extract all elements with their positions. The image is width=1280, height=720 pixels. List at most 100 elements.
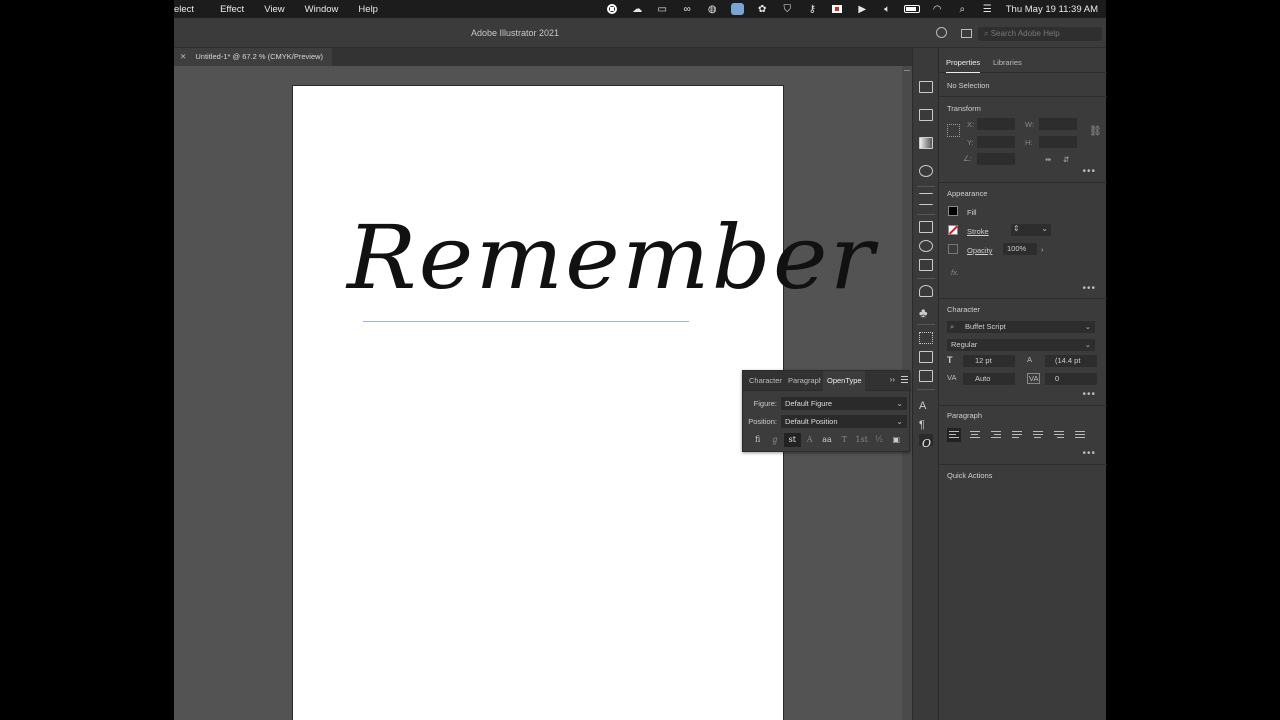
leading-field[interactable]: (14.4 pt xyxy=(1045,355,1097,367)
menu-help[interactable]: Help xyxy=(358,4,378,15)
clock[interactable]: Thu May 19 11:39 AM xyxy=(1006,4,1098,15)
flag-icon[interactable] xyxy=(825,0,850,18)
volume-icon[interactable]: 🔈︎ xyxy=(875,0,900,18)
character-more-icon[interactable]: ••• xyxy=(1082,389,1096,400)
panel-menu-icon[interactable] xyxy=(901,376,908,383)
telegram-icon[interactable] xyxy=(725,0,750,18)
stroke-label[interactable]: Stroke xyxy=(967,227,989,236)
menu-select[interactable]: elect xyxy=(174,4,194,15)
justify-right-button[interactable] xyxy=(1053,430,1065,440)
position-select[interactable]: Default Position ⌄ xyxy=(781,415,907,428)
menu-view[interactable]: View xyxy=(264,4,284,15)
creative-cloud-icon[interactable]: ∞ xyxy=(675,0,700,18)
key-icon[interactable]: ⚷ xyxy=(800,0,825,18)
tab-character[interactable]: Character xyxy=(749,371,785,391)
scroll-arrow-icon[interactable] xyxy=(904,70,910,71)
opacity-field[interactable]: 100% xyxy=(1003,243,1037,255)
properties-panel: Properties Libraries No Selection Transf… xyxy=(938,48,1107,720)
stroke-swatch[interactable] xyxy=(948,225,959,235)
opacity-label[interactable]: Opacity xyxy=(967,246,992,255)
club-symbol-icon[interactable]: ♣ xyxy=(919,304,933,319)
swash-button[interactable]: A xyxy=(801,433,818,447)
figure-select[interactable]: Default Figure ⌄ xyxy=(781,397,907,410)
opentype-panel-icon[interactable]: O xyxy=(919,434,933,450)
artboard[interactable]: Remember xyxy=(292,85,874,720)
transform-panel-icon[interactable] xyxy=(919,332,933,344)
document-tab[interactable]: ✕ Untitled-1* @ 67.2 % (CMYK/Preview) xyxy=(174,48,332,66)
gradient-panel-icon[interactable] xyxy=(919,137,933,149)
x-field[interactable] xyxy=(977,118,1015,130)
tab-paragraph[interactable]: Paragraph xyxy=(788,371,821,391)
tab-opentype[interactable]: OpenType xyxy=(823,371,865,391)
menu-effect[interactable]: Effect xyxy=(220,4,244,15)
character-panel-icon[interactable]: A xyxy=(919,396,933,412)
screen-icon[interactable]: ▭ xyxy=(650,0,675,18)
menu-window[interactable]: Window xyxy=(305,4,339,15)
standard-ligatures-button[interactable]: ﬁ xyxy=(749,433,766,447)
color-panel-icon[interactable] xyxy=(919,165,933,177)
fractions-button[interactable]: ½ xyxy=(870,433,887,447)
fill-swatch[interactable] xyxy=(948,206,958,216)
pathfinder-panel-icon[interactable] xyxy=(919,370,933,382)
globe-icon[interactable]: ◍ xyxy=(700,0,725,18)
flip-horizontal-icon[interactable]: ⇹ xyxy=(1045,155,1051,164)
swatches-panel-icon[interactable] xyxy=(919,221,933,233)
discover-icon[interactable] xyxy=(936,27,947,38)
align-right-button[interactable] xyxy=(990,430,1002,440)
close-tab-icon[interactable]: ✕ xyxy=(180,52,186,61)
align-panel-icon[interactable] xyxy=(919,351,933,363)
help-search-input[interactable]: ⌕ Search Adobe Help xyxy=(978,27,1102,41)
reference-point-icon[interactable] xyxy=(947,124,960,137)
stroke-panel-icon[interactable] xyxy=(919,193,933,205)
vpn-shield-icon[interactable]: ⛉ xyxy=(775,0,800,18)
paragraph-panel-icon[interactable]: ¶ xyxy=(919,415,933,431)
contextual-alternates-button[interactable]: ℊ xyxy=(766,433,783,447)
control-center-icon[interactable]: ☰ xyxy=(975,0,1000,18)
battery-icon[interactable] xyxy=(900,0,925,18)
kerning-field[interactable]: Auto xyxy=(963,373,1015,385)
align-center-button[interactable] xyxy=(969,430,981,440)
transparency-panel-icon[interactable] xyxy=(919,259,933,271)
flip-vertical-icon[interactable]: ⇵ xyxy=(1063,155,1069,164)
y-field[interactable] xyxy=(977,136,1015,148)
font-size-field[interactable]: 12 pt xyxy=(963,355,1015,367)
justify-left-button[interactable] xyxy=(1011,430,1023,440)
h-field[interactable] xyxy=(1039,136,1077,148)
arrange-documents-icon[interactable] xyxy=(961,29,972,38)
fx-label[interactable]: fx. xyxy=(951,268,959,277)
search-icon[interactable]: ⌕ xyxy=(950,0,975,18)
tab-properties[interactable]: Properties xyxy=(946,58,981,73)
export-panel-icon[interactable] xyxy=(919,109,933,121)
font-family-select[interactable]: ⌕ Buffet Script ⌄ xyxy=(947,321,1095,333)
document-tab-bar: ✕ Untitled-1* @ 67.2 % (CMYK/Preview) xyxy=(174,48,912,66)
rotate-field[interactable] xyxy=(977,153,1015,165)
constrain-proportions-icon[interactable]: ⛓ xyxy=(1089,126,1102,137)
shield-settings-icon[interactable]: ✿ xyxy=(750,0,775,18)
cloud-icon[interactable]: ☁ xyxy=(625,0,650,18)
w-field[interactable] xyxy=(1039,118,1077,130)
tab-libraries[interactable]: Libraries xyxy=(993,58,1022,67)
transform-more-icon[interactable]: ••• xyxy=(1082,166,1096,177)
tracking-field[interactable]: 0 xyxy=(1045,373,1097,385)
justify-all-button[interactable] xyxy=(1074,430,1086,440)
symbols-panel-icon[interactable] xyxy=(919,285,933,297)
app-title: Adobe Illustrator 2021 xyxy=(470,28,560,38)
justify-center-button[interactable] xyxy=(1032,430,1044,440)
stroke-weight-field[interactable]: ⇕ ⌄ xyxy=(1011,224,1051,236)
paragraph-more-icon[interactable]: ••• xyxy=(1082,448,1096,459)
play-icon[interactable]: ▶ xyxy=(850,0,875,18)
font-style-select[interactable]: Regular ⌄ xyxy=(947,339,1095,351)
record-icon[interactable] xyxy=(600,0,625,18)
wifi-icon[interactable]: ◠ xyxy=(925,0,950,18)
appearance-more-icon[interactable]: ••• xyxy=(1082,283,1096,294)
opacity-expand-icon[interactable]: › xyxy=(1041,245,1044,254)
discretionary-ligatures-button[interactable]: st xyxy=(783,433,801,447)
titling-alternates-button[interactable]: T xyxy=(836,433,853,447)
stylistic-alternates-button[interactable]: aa xyxy=(818,433,835,447)
brushes-panel-icon[interactable] xyxy=(919,240,933,252)
artboards-panel-icon[interactable] xyxy=(919,81,933,93)
expand-panel-icon[interactable]: ›› xyxy=(890,375,895,384)
artboard-text[interactable]: Remember xyxy=(347,206,876,309)
stylistic-sets-button[interactable]: ▣ xyxy=(888,433,905,447)
ordinals-button[interactable]: 1st xyxy=(853,433,870,447)
